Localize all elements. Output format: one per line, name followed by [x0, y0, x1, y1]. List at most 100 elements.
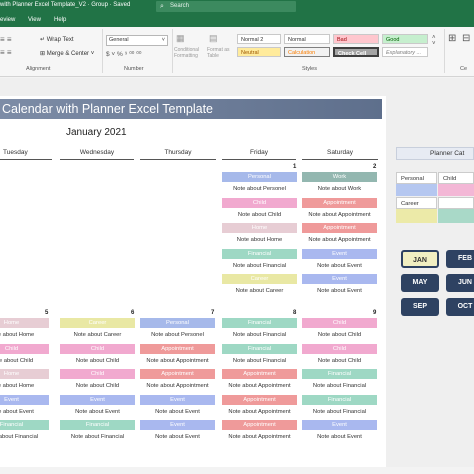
month-button-feb[interactable]: FEB	[446, 250, 474, 268]
tab-review[interactable]: eview	[0, 17, 15, 23]
merge-center-button[interactable]: ⊞ Merge & Center ˅	[40, 50, 94, 57]
format-as-table-button[interactable]: Format as Table	[207, 47, 237, 59]
category-label[interactable]: Personal	[222, 172, 297, 182]
note-text[interactable]: Note about Event	[140, 407, 215, 417]
note-text[interactable]: Note about Appointment	[302, 210, 377, 220]
category-label[interactable]: Financial	[60, 420, 135, 430]
category-label[interactable]: Financial	[222, 248, 297, 259]
note-text[interactable]: Note about Event	[0, 407, 49, 417]
panel-category[interactable]: Career	[396, 197, 437, 209]
note-text[interactable]: Note about Home	[0, 381, 49, 391]
tab-help[interactable]: Help	[54, 17, 66, 23]
style-explanatory[interactable]: Explanatory ...	[382, 47, 428, 57]
style-normal[interactable]: Normal	[284, 34, 330, 44]
category-label[interactable]: Child	[302, 343, 377, 354]
category-label[interactable]: Financial	[0, 420, 49, 430]
category-label[interactable]: Event	[302, 248, 377, 259]
category-label[interactable]: Appointment	[302, 197, 377, 208]
category-label[interactable]: Career	[60, 318, 135, 328]
note-text[interactable]: Note about Personel	[222, 184, 297, 194]
note-text[interactable]: Note about Appointment	[140, 356, 215, 366]
month-button-oct[interactable]: OCT	[446, 298, 474, 316]
panel-category[interactable]	[438, 197, 474, 209]
align-left-icon[interactable]: ≡ ≡	[0, 35, 12, 44]
conditional-formatting-button[interactable]: Conditional Formatting	[174, 47, 204, 59]
note-text[interactable]: Note about Child	[60, 356, 135, 366]
category-label[interactable]: Event	[302, 420, 377, 430]
month-button-may[interactable]: MAY	[401, 274, 439, 292]
category-label[interactable]: Appointment	[302, 223, 377, 233]
category-label[interactable]: Event	[0, 394, 49, 405]
style-neutral[interactable]: Neutral	[237, 47, 281, 57]
category-label[interactable]: Financial	[222, 318, 297, 328]
category-label[interactable]: Event	[60, 394, 135, 405]
style-calculation[interactable]: Calculation	[284, 47, 330, 57]
note-text[interactable]: Note about Child	[60, 381, 135, 391]
category-label[interactable]: Appointment	[222, 420, 297, 430]
category-label[interactable]: Work	[302, 172, 377, 182]
note-text[interactable]: Note about Home	[222, 235, 297, 245]
style-bad[interactable]: Bad	[333, 34, 379, 44]
category-label[interactable]: Financial	[302, 394, 377, 405]
note-text[interactable]: Note about Child	[0, 356, 49, 366]
search-box[interactable]: ⌕ Search	[156, 1, 296, 12]
category-label[interactable]: Home	[222, 223, 297, 233]
category-label[interactable]: Career	[222, 274, 297, 284]
note-text[interactable]: Note about Financial	[302, 381, 377, 391]
note-text[interactable]: Note about Appointment	[222, 381, 297, 391]
category-label[interactable]: Home	[0, 318, 49, 328]
insert-cells-icon[interactable]: ⊞	[448, 33, 456, 44]
delete-cells-icon[interactable]: ⊟	[462, 33, 470, 44]
category-label[interactable]: Event	[302, 274, 377, 284]
note-text[interactable]: Note about Financial	[222, 356, 297, 366]
note-text[interactable]: Note about Financial	[222, 330, 297, 340]
note-text[interactable]: Note about Appointment	[222, 407, 297, 417]
wrap-text-button[interactable]: ↵ Wrap Text	[40, 36, 74, 43]
category-label[interactable]: Home	[0, 369, 49, 379]
category-label[interactable]: Financial	[222, 343, 297, 354]
category-label[interactable]: Appointment	[140, 343, 215, 354]
category-label[interactable]: Child	[60, 343, 135, 354]
note-text[interactable]: Note about Work	[302, 184, 377, 194]
align-center-icon[interactable]: ≡ ≡	[0, 48, 12, 57]
note-text[interactable]: Note about Event	[60, 407, 135, 417]
note-text[interactable]: Note about Financial	[0, 432, 49, 442]
note-text[interactable]: Note about Career	[222, 286, 297, 296]
category-label[interactable]: Child	[0, 343, 49, 354]
note-text[interactable]: Note about Event	[140, 432, 215, 442]
note-text[interactable]: Note about Financial	[60, 432, 135, 442]
note-text[interactable]: Note about Event	[302, 286, 377, 296]
panel-category[interactable]: Personal	[396, 172, 437, 184]
styles-scroll-icon[interactable]: ˄ ˅	[432, 35, 436, 47]
note-text[interactable]: Note about Event	[302, 261, 377, 271]
note-text[interactable]: Note about Financial	[302, 407, 377, 417]
category-label[interactable]: Appointment	[140, 369, 215, 379]
category-label[interactable]: Child	[60, 369, 135, 379]
month-button-jun[interactable]: JUN	[446, 274, 474, 292]
style-good[interactable]: Good	[382, 34, 428, 44]
category-label[interactable]: Child	[222, 197, 297, 208]
category-label[interactable]: Appointment	[222, 394, 297, 405]
month-button-jan[interactable]: JAN	[401, 250, 439, 268]
number-format-select[interactable]: General ˅	[106, 35, 168, 46]
note-text[interactable]: Note about Home	[0, 330, 49, 340]
note-text[interactable]: Note about Appointment	[222, 432, 297, 442]
month-button-sep[interactable]: SEP	[401, 298, 439, 316]
note-text[interactable]: Note about Child	[302, 330, 377, 340]
number-format-icons[interactable]: $ ˅ % ⁹ ⁰⁰ ⁰⁰	[106, 50, 141, 58]
note-text[interactable]: Note about Appointment	[140, 381, 215, 391]
category-label[interactable]: Appointment	[222, 369, 297, 379]
note-text[interactable]: Note about Financial	[222, 261, 297, 271]
note-text[interactable]: Note about Personel	[140, 330, 215, 340]
style-check-cell[interactable]: Check Cell	[333, 47, 379, 57]
category-label[interactable]: Event	[140, 420, 215, 430]
note-text[interactable]: Note about Child	[222, 210, 297, 220]
note-text[interactable]: Note about Event	[302, 432, 377, 442]
style-normal2[interactable]: Normal 2	[237, 34, 281, 44]
category-label[interactable]: Event	[140, 394, 215, 405]
category-label[interactable]: Personal	[140, 318, 215, 328]
category-label[interactable]: Child	[302, 318, 377, 328]
note-text[interactable]: Note about Child	[302, 356, 377, 366]
panel-category[interactable]: Child	[438, 172, 474, 184]
tab-view[interactable]: View	[28, 17, 41, 23]
